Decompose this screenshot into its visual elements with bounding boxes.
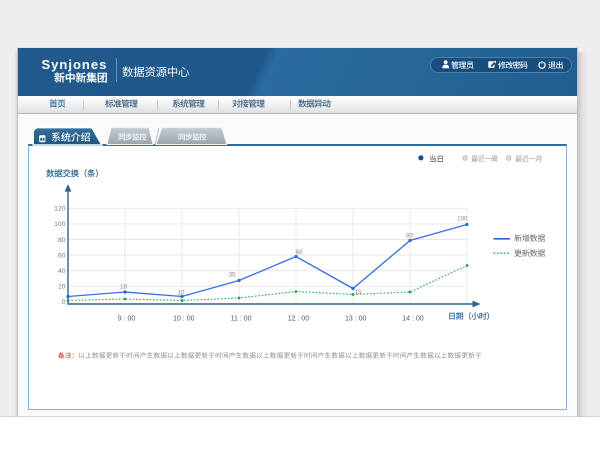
svg-text:120: 120	[54, 206, 66, 213]
svg-text:13 : 00: 13 : 00	[345, 316, 367, 323]
svg-text:80: 80	[406, 232, 413, 239]
svg-text:12 : 00: 12 : 00	[288, 316, 310, 323]
svg-text:10 : 00: 10 : 00	[173, 316, 195, 323]
svg-text:9 : 00: 9 : 00	[118, 316, 136, 323]
svg-text:14 : 00: 14 : 00	[402, 316, 424, 323]
svg-text:40: 40	[58, 268, 66, 275]
svg-text:60: 60	[58, 252, 66, 259]
svg-text:20: 20	[58, 284, 66, 291]
svg-text:15: 15	[355, 289, 362, 296]
svg-text:10: 10	[178, 289, 185, 296]
svg-text:100: 100	[54, 221, 66, 228]
svg-text:80: 80	[58, 237, 66, 244]
svg-text:60: 60	[296, 249, 303, 256]
svg-text:11 : 00: 11 : 00	[231, 316, 252, 323]
svg-text:0: 0	[62, 299, 66, 306]
svg-text:35: 35	[229, 272, 236, 279]
svg-text:100: 100	[457, 216, 468, 223]
svg-text:18: 18	[120, 284, 127, 291]
